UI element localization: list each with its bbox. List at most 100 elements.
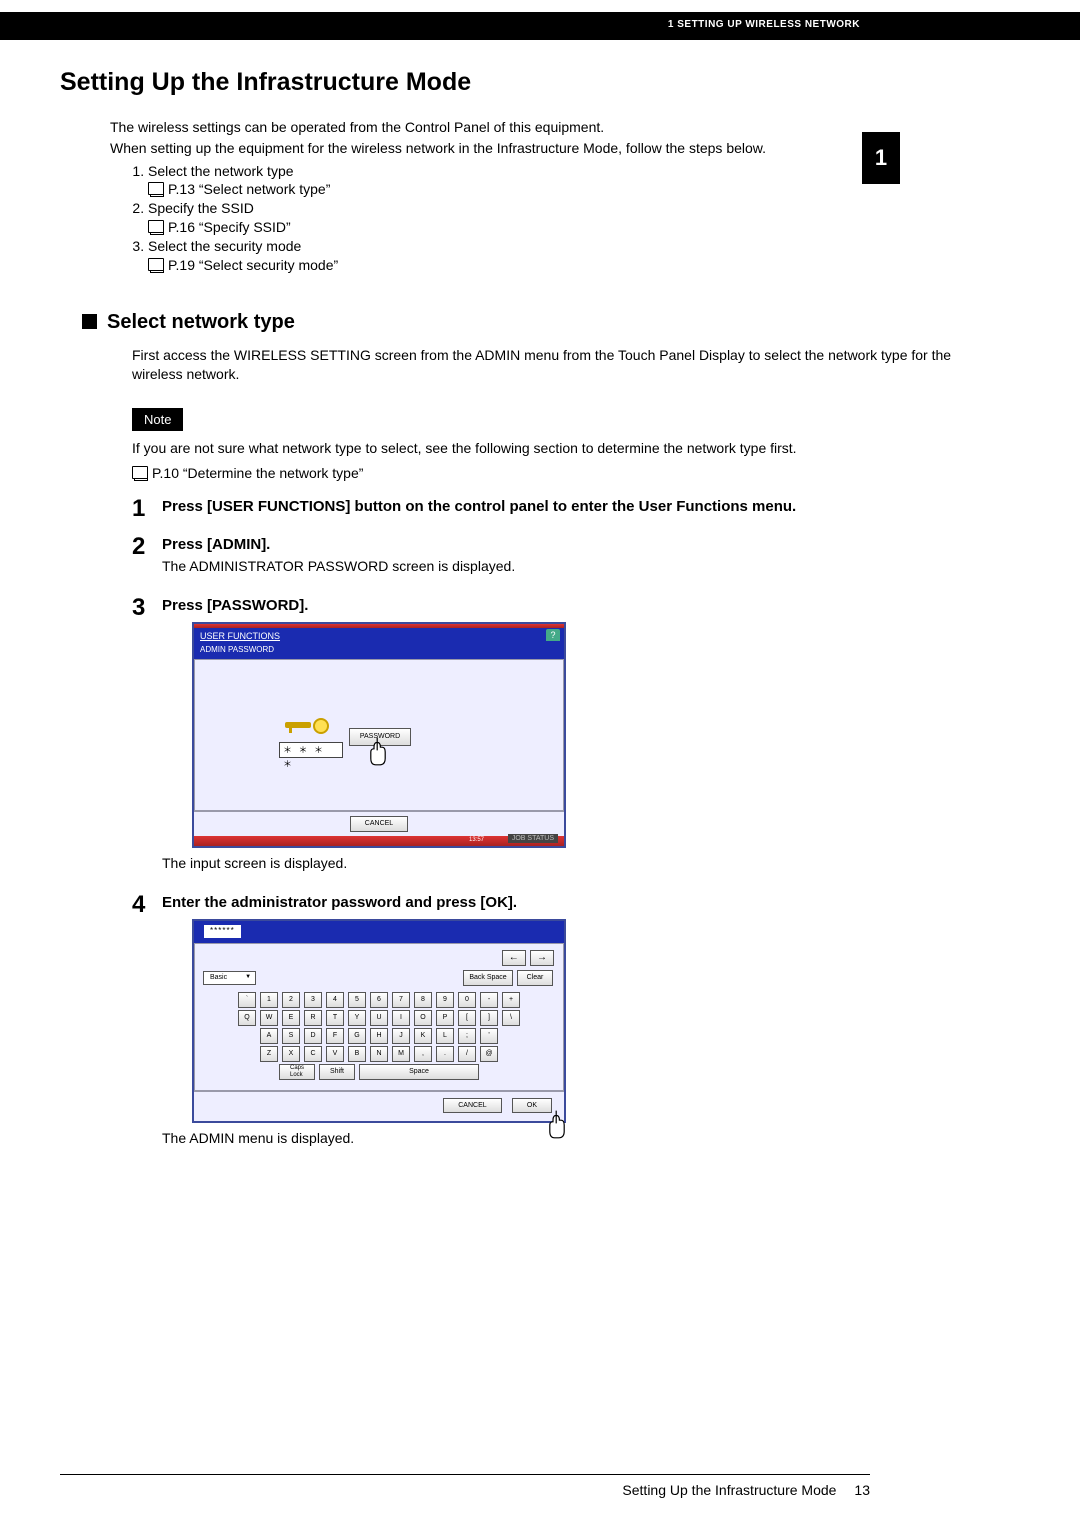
step-title: Press [PASSWORD]. [162,596,990,616]
tap-cursor-icon [544,1109,570,1141]
keyboard-key[interactable]: K [414,1028,432,1044]
keyboard-key[interactable]: , [414,1046,432,1062]
keyboard-key[interactable]: Q [238,1010,256,1026]
keyboard-key[interactable]: F [326,1028,344,1044]
keyboard-key[interactable]: E [282,1010,300,1026]
note-badge: Note [132,408,183,432]
footer-title: Setting Up the Infrastructure Mode [622,1481,836,1500]
password-mask-field[interactable]: ＊ ＊ ＊ ＊ [279,742,343,758]
keyboard-key[interactable]: 9 [436,992,454,1008]
keyboard-key[interactable]: W [260,1010,278,1026]
intro-block: The wireless settings can be operated fr… [110,118,990,275]
keyboard-key[interactable]: / [458,1046,476,1062]
intro-line-2: When setting up the equipment for the wi… [110,139,990,158]
step-after: The input screen is displayed. [162,854,990,873]
keyboard-key[interactable]: M [392,1046,410,1062]
mode-select[interactable]: Basic [203,971,256,984]
key-icon [285,716,327,736]
keyboard-key[interactable]: @ [480,1046,498,1062]
keyboard-key[interactable]: A [260,1028,278,1044]
chapter-header: 1 SETTING UP WIRELESS NETWORK [0,12,1080,40]
keyboard-key[interactable]: ] [480,1010,498,1026]
keyboard-key[interactable]: 4 [326,992,344,1008]
keyboard-key[interactable]: + [502,992,520,1008]
keyboard-key[interactable]: G [348,1028,366,1044]
arrow-left-button[interactable]: ← [502,950,526,966]
step-title: Press [ADMIN]. [162,535,990,555]
keyboard-key[interactable]: Z [260,1046,278,1062]
keyboard-key[interactable]: 2 [282,992,300,1008]
note-text: If you are not sure what network type to… [132,439,990,458]
keyboard-key[interactable]: I [392,1010,410,1026]
keyboard-key[interactable]: . [436,1046,454,1062]
keyboard-key[interactable]: V [326,1046,344,1062]
capslock-key[interactable]: Caps Lock [279,1064,315,1080]
job-status-button[interactable]: JOB STATUS [508,834,558,843]
keyboard-key[interactable]: 8 [414,992,432,1008]
keyboard-key[interactable]: R [304,1010,322,1026]
step-number: 4 [132,893,162,1155]
keyboard-key[interactable]: P [436,1010,454,1026]
password-display: ****** [204,925,241,938]
keyboard-key[interactable]: \ [502,1010,520,1026]
keyboard-key[interactable]: ' [480,1028,498,1044]
panel-title: USER FUNCTIONS [200,631,280,641]
keyboard-key[interactable]: T [326,1010,344,1026]
keyboard-key[interactable]: 7 [392,992,410,1008]
backspace-button[interactable]: Back Space [463,970,513,986]
book-icon [148,258,164,271]
shift-key[interactable]: Shift [319,1064,355,1080]
keyboard-key[interactable]: U [370,1010,388,1026]
page-number: 13 [854,1481,870,1500]
help-icon[interactable]: ? [546,629,560,641]
step-after: The ADMIN menu is displayed. [162,1129,990,1148]
step-title: Press [USER FUNCTIONS] button on the con… [162,497,990,517]
toc-item: Select the security mode P.19 “Select se… [148,237,990,275]
keyboard-key[interactable]: B [348,1046,366,1062]
keyboard-key[interactable]: H [370,1028,388,1044]
step-number: 2 [132,535,162,582]
panel-subtitle: ADMIN PASSWORD [194,645,564,660]
cancel-button[interactable]: CANCEL [443,1098,501,1113]
section-intro: First access the WIRELESS SETTING screen… [132,346,990,384]
space-key[interactable]: Space [359,1064,479,1080]
step-row: 1 Press [USER FUNCTIONS] button on the c… [132,497,990,521]
keyboard-key[interactable]: 6 [370,992,388,1008]
keyboard-key[interactable]: ` [238,992,256,1008]
keyboard-key[interactable]: 5 [348,992,366,1008]
square-bullet-icon [82,314,97,329]
keyboard-key[interactable]: N [370,1046,388,1062]
keyboard-key[interactable]: 3 [304,992,322,1008]
chapter-label: 1 SETTING UP WIRELESS NETWORK [668,18,860,32]
keyboard-key[interactable]: J [392,1028,410,1044]
keyboard-key[interactable]: L [436,1028,454,1044]
keyboard-key[interactable]: ; [458,1028,476,1044]
step-number: 3 [132,596,162,879]
chapter-tab: 1 [862,132,900,184]
keyboard-key[interactable]: [ [458,1010,476,1026]
keyboard-key[interactable]: C [304,1046,322,1062]
keyboard-key[interactable]: O [414,1010,432,1026]
step-row: 2 Press [ADMIN]. The ADMINISTRATOR PASSW… [132,535,990,582]
arrow-right-button[interactable]: → [530,950,554,966]
figure-password-panel: USER FUNCTIONS? ADMIN PASSWORD ＊ ＊ ＊ ＊ P… [192,622,990,847]
toc-item: Specify the SSID P.16 “Specify SSID” [148,199,990,237]
step-number: 1 [132,497,162,521]
cancel-button[interactable]: CANCEL [350,816,408,831]
tap-cursor-icon [365,736,391,768]
book-icon [148,182,164,195]
keyboard-key[interactable]: S [282,1028,300,1044]
keyboard-key[interactable]: D [304,1028,322,1044]
intro-line-1: The wireless settings can be operated fr… [110,118,990,137]
page-title: Setting Up the Infrastructure Mode [60,66,990,100]
step-after: The ADMINISTRATOR PASSWORD screen is dis… [162,557,990,576]
keyboard-key[interactable]: X [282,1046,300,1062]
keyboard-key[interactable]: - [480,992,498,1008]
keyboard-key[interactable]: 0 [458,992,476,1008]
keyboard-key[interactable]: Y [348,1010,366,1026]
note-ref: P.10 “Determine the network type” [132,464,990,483]
keyboard-key[interactable]: 1 [260,992,278,1008]
figure-keyboard-panel: ****** ← → Basic Back Space [192,919,990,1123]
clear-button[interactable]: Clear [517,970,553,986]
step-title: Enter the administrator password and pre… [162,893,990,913]
